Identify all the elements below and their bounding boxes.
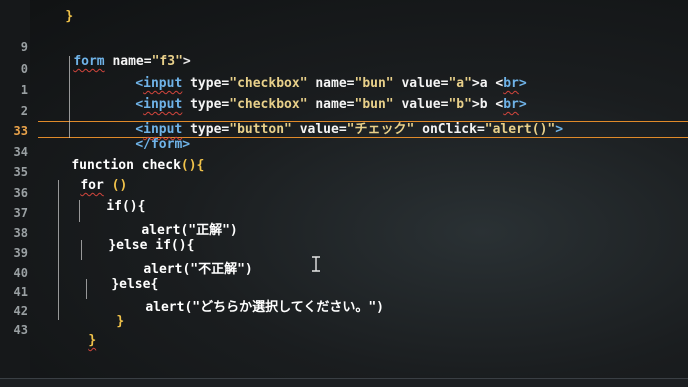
ibeam-cursor-icon (311, 256, 320, 272)
line-number: 9 (20, 40, 28, 54)
code-line[interactable]: } (57, 318, 96, 363)
line-number: 38 (13, 226, 28, 240)
line-number: 41 (13, 285, 28, 299)
alert-call: alert("不正解") (143, 262, 253, 277)
closing-brace: } (88, 333, 97, 348)
line-number: 40 (13, 266, 28, 280)
line-number: 34 (13, 145, 28, 159)
line-number: 2 (20, 104, 28, 118)
line-number: 36 (13, 186, 28, 200)
attr-name: onClick= (414, 122, 485, 137)
code-line[interactable]: } (34, 0, 73, 39)
alert-call: alert("どちらか選択してください。") (145, 300, 384, 315)
line-number-current: 33 (13, 124, 28, 138)
attr-value: "alert()" (484, 122, 556, 137)
function-name: check (133, 158, 181, 173)
attr-name: value= (291, 122, 347, 137)
line-number: 37 (13, 206, 28, 220)
line-number: 1 (20, 83, 28, 97)
line-number: 39 (13, 246, 28, 260)
code-line[interactable]: alert("どちらか選択してください。") (114, 281, 384, 330)
closing-brace: } (65, 9, 74, 24)
closing-brace: } (116, 314, 125, 329)
function-parens: (){ (180, 158, 205, 173)
tag-bracket: > (555, 122, 564, 137)
line-number: 42 (13, 304, 28, 318)
line-number: 43 (13, 323, 28, 337)
code-editor[interactable]: 9 0 1 2 33 34 35 36 37 38 39 40 41 42 43… (0, 0, 688, 387)
line-number-gutter: 9 0 1 2 33 34 35 36 37 38 39 40 41 42 43 (0, 0, 30, 387)
attr-value: "button" (229, 122, 292, 137)
line-number: 35 (13, 165, 28, 179)
line-number: 0 (20, 62, 28, 76)
attr-value: "チェック" (346, 122, 415, 137)
status-bar (0, 378, 688, 387)
form-tag: form (73, 54, 105, 69)
